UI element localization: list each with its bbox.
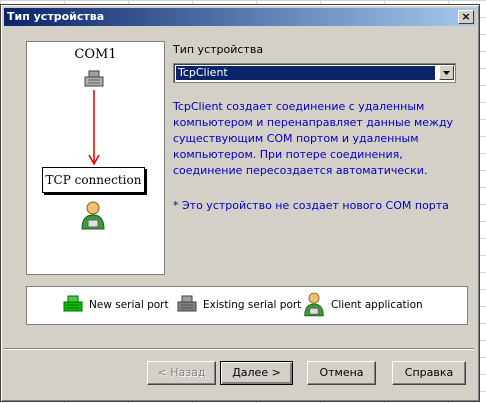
existing-serial-port-icon (177, 295, 197, 312)
cancel-button[interactable]: Отмена (307, 361, 376, 385)
device-note: * Это устройство не создает нового COM п… (173, 199, 449, 212)
connection-diagram: COM1 TCP connection (26, 41, 165, 275)
legend-label: New serial port (89, 299, 169, 311)
help-button[interactable]: Справка (392, 361, 466, 385)
dialog-title: Тип устройства (7, 10, 105, 23)
device-type-label: Тип устройства (173, 43, 264, 56)
connection-arrow (88, 90, 100, 166)
legend-item-client-application: Client application (303, 287, 443, 324)
legend-label: Client application (331, 299, 423, 311)
tcp-connection-box: TCP connection (42, 167, 145, 193)
close-button[interactable]: × (458, 10, 474, 24)
dropdown-arrow-button[interactable] (439, 65, 454, 80)
device-type-dialog: Тип устройства × COM1 TCP connection Тип… (0, 4, 480, 402)
legend-item-existing-serial-port: Existing serial port (177, 287, 307, 324)
existing-serial-port-icon (84, 70, 104, 87)
title-bar[interactable]: Тип устройства × (4, 8, 476, 26)
back-button[interactable]: < Назад (147, 361, 216, 385)
button-separator (4, 348, 474, 350)
client-application-icon (304, 292, 324, 317)
client-application-icon (81, 201, 105, 230)
device-type-select[interactable]: TcpClient (173, 63, 456, 83)
device-type-selected-value: TcpClient (176, 66, 435, 80)
new-serial-port-icon (63, 295, 83, 312)
next-button[interactable]: Далее > (220, 361, 293, 385)
device-description: TcpClient создает соединение с удаленным… (173, 100, 454, 177)
com-port-label: COM1 (74, 47, 117, 62)
legend-item-new-serial-port: New serial port (63, 287, 183, 324)
legend-label: Existing serial port (203, 299, 302, 311)
chevron-down-icon (443, 71, 450, 75)
legend-panel: New serial port Existing serial port Cli… (26, 286, 468, 325)
